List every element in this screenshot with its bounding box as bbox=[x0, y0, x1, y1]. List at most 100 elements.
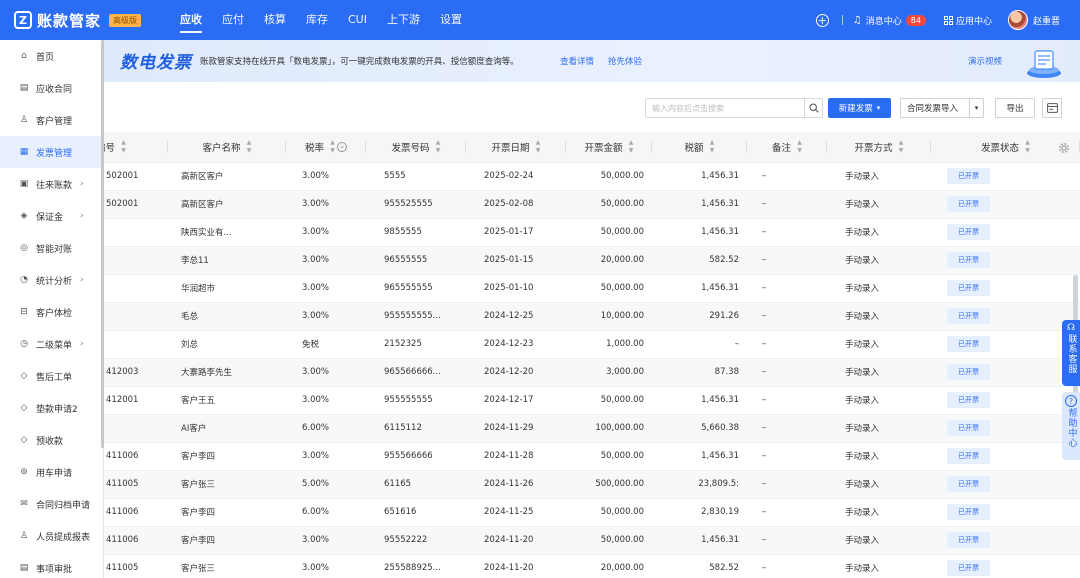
tab-0[interactable]: 应收 bbox=[180, 0, 202, 40]
column-header[interactable]: 税率 ▲ ▼ ⌄ bbox=[286, 132, 366, 163]
sidebar-item[interactable]: ◎ 智能对账 bbox=[0, 232, 103, 264]
add-icon[interactable]: + bbox=[815, 13, 829, 27]
status-badge[interactable]: 已开票 bbox=[947, 560, 990, 576]
status-badge[interactable]: 已开票 bbox=[947, 392, 990, 408]
chevron-down-icon[interactable]: ▾ bbox=[969, 99, 983, 117]
table-row[interactable]: 刘总 免税 2152325 2024-12-23 1,000.00– – 手动录入 已开票 bbox=[104, 330, 1080, 359]
sidebar-item[interactable]: ◇ 预收款 bbox=[0, 424, 103, 456]
column-header[interactable]: 税额 ▲ ▼ bbox=[652, 132, 747, 163]
sidebar-item[interactable]: ◇ 垫款申请2 bbox=[0, 392, 103, 424]
sidebar-item[interactable]: ◔ 统计分析 › bbox=[0, 264, 103, 296]
status-badge[interactable]: 已开票 bbox=[947, 476, 990, 492]
column-header-label: 税率 bbox=[304, 142, 324, 154]
sidebar-item[interactable]: ♙ 客户管理 bbox=[0, 104, 103, 136]
contact-service-button[interactable]: ☊ 联系客服 bbox=[1062, 320, 1080, 386]
table-row[interactable]: 412003 大寨路李先生 3.00% 965566666... 2024-12-20 3… bbox=[104, 358, 1080, 387]
search-input[interactable] bbox=[646, 99, 804, 117]
column-header[interactable]: 客户名称 ▲ ▼ bbox=[168, 132, 286, 163]
status-badge[interactable]: 已开票 bbox=[947, 364, 990, 380]
import-contract-invoice-button[interactable]: 合同发票导入 ▾ bbox=[900, 98, 984, 118]
column-header[interactable]: 备注 ▲ ▼ bbox=[747, 132, 827, 163]
tab-6[interactable]: 设置 bbox=[440, 0, 462, 40]
column-header-label: 客户名称 bbox=[202, 142, 241, 154]
sort-icon[interactable]: ▲ ▼ bbox=[120, 139, 127, 154]
table-row[interactable]: 411005 客户张三 3.00% 255588925... 2024-11-20 20,… bbox=[104, 554, 1080, 578]
status-badge[interactable]: 已开票 bbox=[947, 532, 990, 548]
sort-icon[interactable]: ▲ ▼ bbox=[709, 139, 716, 154]
user-menu[interactable]: 赵重晋 bbox=[1007, 10, 1060, 30]
status-badge[interactable]: 已开票 bbox=[947, 448, 990, 464]
export-button[interactable]: 导出 bbox=[995, 98, 1035, 118]
sort-icon[interactable]: ▲ ▼ bbox=[1024, 139, 1031, 154]
sort-icon[interactable]: ▲ ▼ bbox=[535, 139, 542, 154]
table-row[interactable]: 华润超市 3.00% 965555555 2025-01-10 50,000.00 1,4… bbox=[104, 274, 1080, 303]
details-link[interactable]: 查看详情 bbox=[560, 55, 594, 67]
sidebar-item[interactable]: ✉ 合同归档申请 bbox=[0, 488, 103, 520]
tab-3[interactable]: 库存 bbox=[306, 0, 328, 40]
column-header[interactable]: 开票日期 ▲ ▼ bbox=[466, 132, 566, 163]
sort-icon[interactable]: ▲ ▼ bbox=[435, 139, 442, 154]
table-cell: AI客户 bbox=[168, 414, 286, 443]
table-row[interactable]: 陕西实业有... 3.00% 9855555 2025-01-17 50,000.00 1… bbox=[104, 218, 1080, 247]
table-cell: 1,456.31 bbox=[652, 526, 747, 555]
column-header-label: 开票方式 bbox=[854, 142, 893, 154]
tab-5[interactable]: 上下游 bbox=[387, 0, 420, 40]
table-row[interactable]: 411005 客户张三 5.00% 61165 2024-11-26 500,000.00… bbox=[104, 470, 1080, 499]
column-header[interactable]: 开票金额 ▲ ▼ bbox=[566, 132, 652, 163]
help-center-button[interactable]: ? 帮助中心 bbox=[1062, 392, 1080, 460]
sidebar-item[interactable]: ◷ 二级菜单 › bbox=[0, 328, 103, 360]
table-row[interactable]: 411006 客户李四 3.00% 955566666 2024-11-28 50,000… bbox=[104, 442, 1080, 471]
message-center-button[interactable]: ♫ 消息中心 84 bbox=[853, 14, 926, 27]
table-cell: 87.38 bbox=[652, 358, 747, 387]
sort-icon[interactable]: ▲ ▼ bbox=[246, 139, 253, 154]
status-badge[interactable]: 已开票 bbox=[947, 252, 990, 268]
table-row[interactable]: 412001 客户王五 3.00% 955555555 2024-12-17 50,000… bbox=[104, 386, 1080, 415]
table-row[interactable]: AI客户 6.00% 6115112 2024-11-29 100,000.00 5,66… bbox=[104, 414, 1080, 443]
sidebar-item[interactable]: ▤ 应收合同 bbox=[0, 72, 103, 104]
table-row[interactable]: 毛总 3.00% 955555555... 2024-12-25 10,000.00 29… bbox=[104, 302, 1080, 331]
sidebar-item[interactable]: ▦ 发票管理 bbox=[0, 136, 103, 168]
tab-2[interactable]: 核算 bbox=[264, 0, 286, 40]
sidebar-item-label: 发票管理 bbox=[36, 148, 73, 159]
sidebar-item[interactable]: ⊟ 客户体检 bbox=[0, 296, 103, 328]
sidebar-item[interactable]: ⊚ 用车申请 bbox=[0, 456, 103, 488]
table-row[interactable]: 李总11 3.00% 96555555 2025-01-15 20,000.00 582.… bbox=[104, 246, 1080, 275]
search-button[interactable] bbox=[804, 99, 822, 117]
status-badge[interactable]: 已开票 bbox=[947, 336, 990, 352]
status-badge[interactable]: 已开票 bbox=[947, 280, 990, 296]
status-badge[interactable]: 已开票 bbox=[947, 308, 990, 324]
new-invoice-button[interactable]: 新建发票 ▾ bbox=[828, 98, 891, 118]
column-header[interactable]: 发票号码 ▲ ▼ bbox=[366, 132, 466, 163]
demo-video-link[interactable]: 演示视频 bbox=[968, 55, 1002, 67]
sidebar-item[interactable]: ♙ 人员提成报表 bbox=[0, 520, 103, 552]
column-settings-button[interactable] bbox=[1042, 98, 1062, 118]
table-row[interactable]: 502001 高新区客户 3.00% 955525555 2025-02-08 50,00… bbox=[104, 190, 1080, 219]
sort-icon[interactable]: ▲ ▼ bbox=[898, 139, 905, 154]
status-badge[interactable]: 已开票 bbox=[947, 504, 990, 520]
gear-icon[interactable] bbox=[1058, 142, 1070, 154]
status-badge[interactable]: 已开票 bbox=[947, 420, 990, 436]
sort-icon[interactable]: ▲ ▼ bbox=[796, 139, 803, 154]
table-row[interactable]: 411006 客户李四 6.00% 651616 2024-11-25 50,000.00… bbox=[104, 498, 1080, 527]
status-badge[interactable]: 已开票 bbox=[947, 168, 990, 184]
sidebar-item[interactable]: ◈ 保证金 › bbox=[0, 200, 103, 232]
status-badge[interactable]: 已开票 bbox=[947, 196, 990, 212]
sort-icon[interactable]: ▲ ▼ bbox=[628, 139, 635, 154]
table-row[interactable]: 502001 高新区客户 3.00% 5555 2025-02-24 50,000.00 1… bbox=[104, 162, 1080, 191]
sidebar-item[interactable]: ⌂ 首页 bbox=[0, 40, 103, 72]
sidebar-item[interactable]: ◇ 售后工单 bbox=[0, 360, 103, 392]
tab-4[interactable]: CUI bbox=[348, 0, 367, 40]
table-body: 502001 高新区客户 3.00% 5555 2025-02-24 50,000.00 1… bbox=[104, 162, 1080, 578]
filter-icon[interactable]: ⌄ bbox=[337, 141, 347, 152]
column-header[interactable]: 开票方式 ▲ ▼ bbox=[827, 132, 931, 163]
sidebar-item[interactable]: ▤ 事项审批 bbox=[0, 552, 103, 578]
app-logo[interactable]: Z 账款管家 高级版 bbox=[14, 10, 164, 31]
trial-link[interactable]: 抢先体验 bbox=[608, 55, 642, 67]
tab-1[interactable]: 应付 bbox=[222, 0, 244, 40]
sidebar-item[interactable]: ▣ 往来账款 › bbox=[0, 168, 103, 200]
table-row[interactable]: 411006 客户李四 3.00% 95552222 2024-11-20 50,000.… bbox=[104, 526, 1080, 555]
column-header[interactable]: 编号 ▲ ▼ bbox=[104, 132, 168, 163]
app-center-button[interactable]: 应用中心 bbox=[943, 14, 992, 27]
status-badge[interactable]: 已开票 bbox=[947, 224, 990, 240]
sort-icon[interactable]: ▲ ▼ bbox=[329, 139, 336, 154]
